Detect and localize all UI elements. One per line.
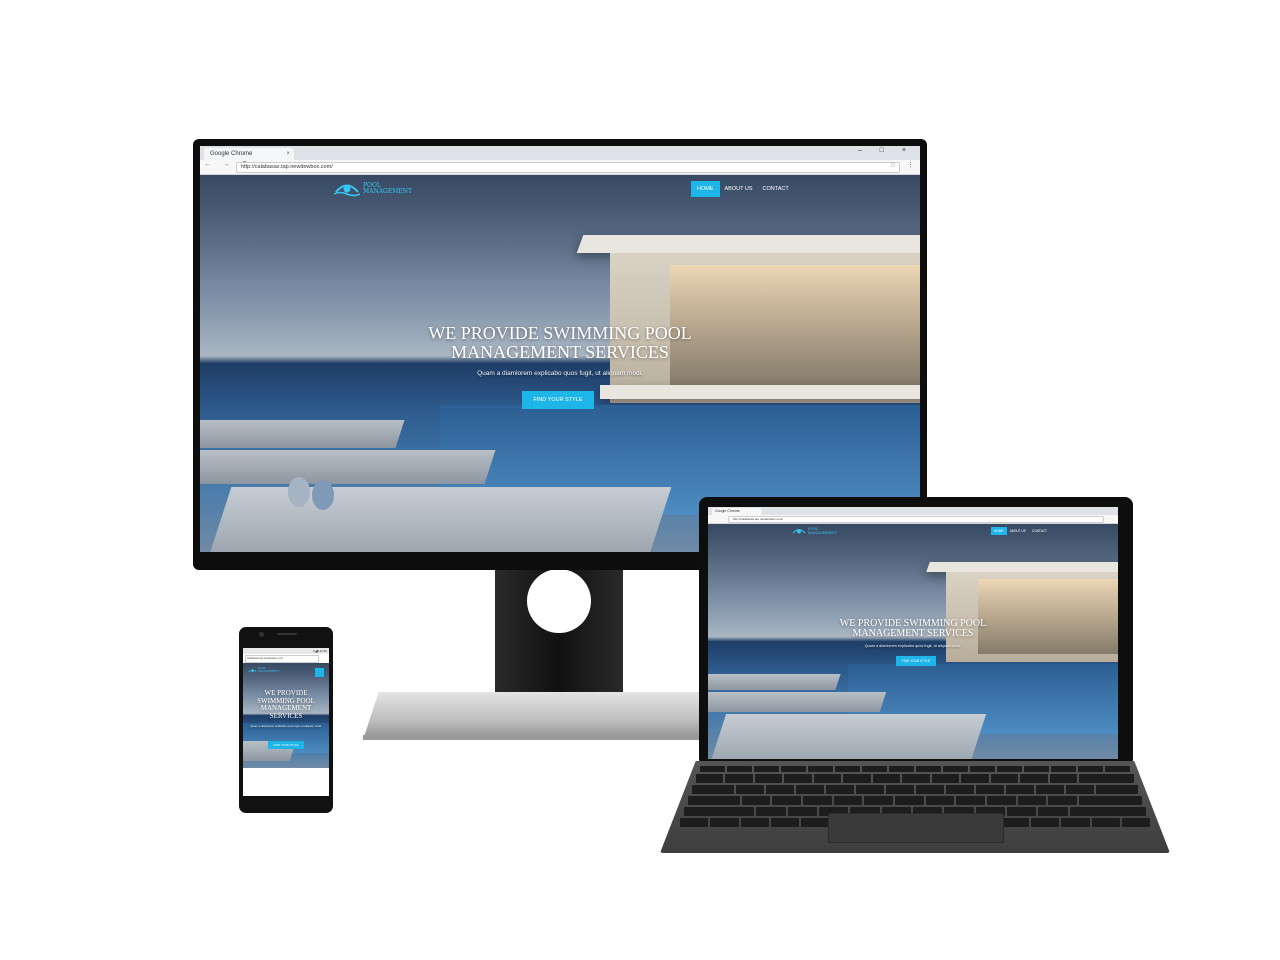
phone-hero-subtitle: Quam a diamlorem explicabo quos fugit, u…	[250, 724, 322, 728]
monitor-stand-cable-hole	[527, 569, 591, 633]
tablet-browser-tab[interactable]: Google Chrome	[712, 508, 762, 515]
phone-address-bar[interactable]: calabasas.tap.newdewbox.com	[245, 655, 319, 663]
tablet-pool-logo-icon	[792, 529, 806, 534]
site-logo[interactable]: POOL MANAGEMENT	[334, 181, 412, 197]
tablet-hero-background	[708, 524, 1118, 759]
hero-title-line-2: MANAGEMENT SERVICES	[451, 342, 669, 362]
site-nav: HOME ABOUT US CONTACT	[691, 181, 794, 197]
keyboard-row-fn	[700, 766, 1130, 772]
tablet-find-your-style-button[interactable]: FIND YOUR STYLE	[896, 656, 936, 666]
find-your-style-button[interactable]: FIND YOUR STYLE	[522, 391, 594, 409]
keyboard-row-1	[696, 774, 1135, 783]
tablet-browser-toolbar: http://calabasas.tap.newdewbox.com/	[708, 515, 1118, 524]
logo-line-2: MANAGEMENT	[363, 188, 413, 195]
phone-speaker	[277, 633, 297, 635]
phone-hamburger-menu-icon[interactable]	[315, 668, 324, 677]
tablet-address-bar[interactable]: http://calabasas.tap.newdewbox.com/	[728, 516, 1104, 523]
address-bar[interactable]: http://calabasas.tap.newdewbox.com/	[236, 162, 900, 173]
bookmark-star-icon[interactable]: ☆	[890, 161, 896, 169]
monitor-screen: Google Chrome × – □ × ← → C http://calab…	[200, 146, 920, 552]
tablet-touchpad[interactable]	[828, 813, 1004, 843]
phone-site-logo[interactable]: POOL MANAGEMENT	[248, 668, 279, 674]
phone-hero-title-line-4: SERVICES	[269, 711, 303, 720]
tablet-logo-line-2: MANAGEMENT	[808, 530, 837, 535]
phone-pool-logo-icon	[248, 669, 257, 673]
hero-background	[200, 175, 920, 552]
tab-close-icon[interactable]: ×	[286, 148, 290, 160]
phone-logo-line-2: MANAGEMENT	[258, 670, 280, 673]
phone-camera-icon	[259, 632, 264, 637]
tablet-nav-contact[interactable]: CONTACT	[1029, 527, 1050, 535]
window-controls[interactable]: – □ ×	[858, 147, 914, 154]
nav-contact[interactable]: CONTACT	[758, 181, 794, 197]
tablet-hero-title-line-2: MANAGEMENT SERVICES	[852, 628, 974, 639]
tablet-nav-about-us[interactable]: ABOUT US	[1007, 527, 1029, 535]
phone-status-bar: ▾◢▮ 12:30	[243, 648, 329, 654]
pool-logo-icon	[334, 184, 360, 197]
hero-title-line-1: WE PROVIDE SWIMMING POOL	[428, 323, 692, 343]
keyboard-row-3	[688, 796, 1143, 805]
hero-title: WE PROVIDE SWIMMING POOL MANAGEMENT SERV…	[360, 324, 760, 362]
tablet-nav-home[interactable]: HOME	[991, 527, 1007, 535]
phone-find-your-style-button[interactable]: FIND YOUR STYLE	[268, 741, 304, 749]
browser-tab-bar: Google Chrome × – □ ×	[200, 146, 920, 160]
browser-tab[interactable]: Google Chrome ×	[204, 148, 294, 160]
tablet-hero-subtitle: Quam a diamlorem explicabo quos fugit, u…	[864, 644, 962, 648]
tablet-browser-tab-bar: Google Chrome	[708, 507, 1118, 515]
phone-screen: ▾◢▮ 12:30 calabasas.tap.newdewbox.com PO…	[243, 648, 329, 796]
monitor-stand-base	[363, 692, 753, 740]
browser-toolbar: ← → C http://calabasas.tap.newdewbox.com…	[200, 160, 920, 175]
tablet-site-logo[interactable]: POOL MANAGEMENT	[792, 527, 837, 536]
keyboard-row-2	[692, 785, 1138, 794]
browser-menu-icon[interactable]: ⋮	[907, 161, 914, 169]
nav-about-us[interactable]: ABOUT US	[720, 181, 758, 197]
tablet-site-nav: HOME ABOUT US CONTACT	[991, 527, 1050, 535]
monitor-stand-base-edge	[363, 735, 753, 740]
browser-tab-title: Google Chrome	[210, 151, 253, 157]
nav-home[interactable]: HOME	[691, 181, 720, 197]
tablet-screen: Google Chrome http://calabasas.tap.newde…	[708, 507, 1118, 759]
tablet-hero-title: WE PROVIDE SWIMMING POOL MANAGEMENT SERV…	[793, 619, 1033, 639]
phone-hero-title: WE PROVIDE SWIMMING POOL MANAGEMENT SERV…	[245, 689, 327, 720]
hero-subtitle: Quam a diamlorem explicabo quos fugit, u…	[477, 370, 643, 377]
